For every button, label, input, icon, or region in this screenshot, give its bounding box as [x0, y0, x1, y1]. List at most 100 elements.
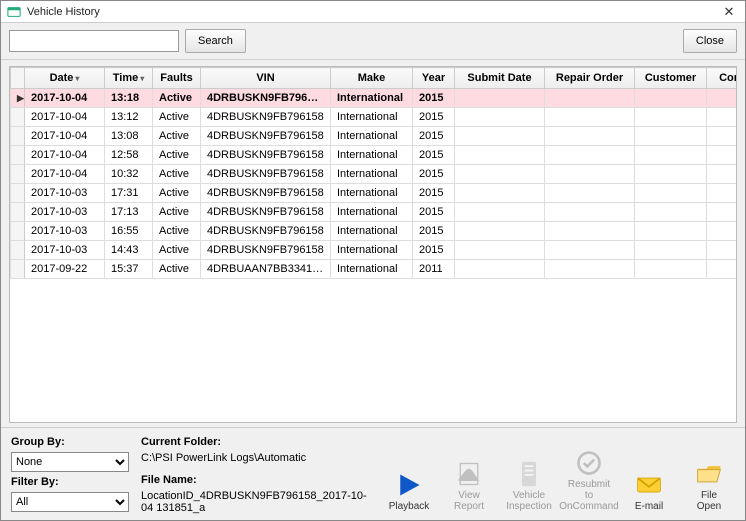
- cell-repair: [545, 146, 635, 165]
- cell-submit: [455, 184, 545, 203]
- cell-year: 2015: [413, 146, 455, 165]
- col-time[interactable]: Time▾: [105, 68, 153, 89]
- cell-year: 2015: [413, 108, 455, 127]
- cell-submit: [455, 241, 545, 260]
- cell-faults: Active: [153, 165, 201, 184]
- window-title: Vehicle History: [27, 6, 719, 18]
- row-indicator: [11, 241, 25, 260]
- filterby-select[interactable]: All: [11, 492, 129, 512]
- vehicle-history-window: Vehicle History ✕ Search Close Date▾ Tim…: [0, 0, 746, 521]
- table-row[interactable]: 2017-09-2215:37Active4DRBUAAN7BB334154In…: [11, 260, 737, 279]
- cell-year: 2015: [413, 222, 455, 241]
- left-controls: Group By: None Filter By: All: [11, 436, 131, 514]
- table-row[interactable]: 2017-10-0314:43Active4DRBUSKN9FB796158In…: [11, 241, 737, 260]
- col-customer[interactable]: Customer: [635, 68, 707, 89]
- email-button[interactable]: E-mail: [623, 471, 675, 512]
- grid-area: Date▾ Time▾ Faults VIN Make Year Submit …: [1, 60, 745, 427]
- cell-repair: [545, 89, 635, 108]
- cell-time: 13:18: [105, 89, 153, 108]
- cell-vin: 4DRBUSKN9FB796158: [201, 89, 331, 108]
- grid-scroll[interactable]: Date▾ Time▾ Faults VIN Make Year Submit …: [10, 67, 736, 422]
- vehicle-inspection-button[interactable]: VehicleInspection: [503, 460, 555, 512]
- close-icon[interactable]: ✕: [719, 4, 739, 20]
- col-vin[interactable]: VIN: [201, 68, 331, 89]
- cell-faults: Active: [153, 260, 201, 279]
- inspection-icon: [515, 460, 543, 488]
- cell-date: 2017-10-04: [25, 108, 105, 127]
- col-submit-date[interactable]: Submit Date: [455, 68, 545, 89]
- cell-vin: 4DRBUSKN9FB796158: [201, 127, 331, 146]
- cell-year: 2015: [413, 89, 455, 108]
- table-row[interactable]: 2017-10-0316:55Active4DRBUSKN9FB796158In…: [11, 222, 737, 241]
- row-indicator: [11, 165, 25, 184]
- cell-customer: [635, 184, 707, 203]
- playback-icon: [395, 471, 423, 499]
- cell-make: International: [331, 89, 413, 108]
- cell-submit: [455, 146, 545, 165]
- cell-repair: [545, 241, 635, 260]
- cell-submit: [455, 89, 545, 108]
- cell-make: International: [331, 203, 413, 222]
- cell-comments: [707, 184, 737, 203]
- cell-year: 2015: [413, 241, 455, 260]
- cell-time: 10:32: [105, 165, 153, 184]
- col-comments[interactable]: Comments: [707, 68, 737, 89]
- grid: Date▾ Time▾ Faults VIN Make Year Submit …: [9, 66, 737, 423]
- cell-vin: 4DRBUAAN7BB334154: [201, 260, 331, 279]
- cell-date: 2017-10-03: [25, 184, 105, 203]
- cell-customer: [635, 89, 707, 108]
- file-open-button[interactable]: FileOpen: [683, 460, 735, 512]
- cell-date: 2017-10-04: [25, 146, 105, 165]
- resubmit-oncommand-button[interactable]: Resubmit toOnCommand: [563, 449, 615, 512]
- cell-comments: [707, 165, 737, 184]
- cell-repair: [545, 222, 635, 241]
- table-row[interactable]: 2017-10-0317:13Active4DRBUSKN9FB796158In…: [11, 203, 737, 222]
- col-repair-order[interactable]: Repair Order: [545, 68, 635, 89]
- cell-faults: Active: [153, 241, 201, 260]
- toolbar: Search Close: [1, 23, 745, 60]
- cell-comments: [707, 222, 737, 241]
- folder-open-icon: [695, 460, 723, 488]
- col-make[interactable]: Make: [331, 68, 413, 89]
- cell-faults: Active: [153, 222, 201, 241]
- app-icon: [7, 5, 21, 19]
- table-row[interactable]: ▶2017-10-0413:18Active4DRBUSKN9FB796158I…: [11, 89, 737, 108]
- cell-vin: 4DRBUSKN9FB796158: [201, 165, 331, 184]
- oncommand-icon: [575, 449, 603, 477]
- sort-desc-icon: ▾: [140, 74, 144, 83]
- cell-submit: [455, 203, 545, 222]
- cell-time: 17:13: [105, 203, 153, 222]
- cell-make: International: [331, 260, 413, 279]
- col-year[interactable]: Year: [413, 68, 455, 89]
- search-button[interactable]: Search: [185, 29, 246, 53]
- cell-customer: [635, 222, 707, 241]
- col-faults[interactable]: Faults: [153, 68, 201, 89]
- groupby-label: Group By:: [11, 436, 131, 448]
- cell-customer: [635, 165, 707, 184]
- table-row[interactable]: 2017-10-0413:08Active4DRBUSKN9FB796158In…: [11, 127, 737, 146]
- col-date[interactable]: Date▾: [25, 68, 105, 89]
- cell-submit: [455, 108, 545, 127]
- cell-comments: [707, 241, 737, 260]
- table-row[interactable]: 2017-10-0412:58Active4DRBUSKN9FB796158In…: [11, 146, 737, 165]
- cell-customer: [635, 241, 707, 260]
- cell-comments: [707, 108, 737, 127]
- close-button[interactable]: Close: [683, 29, 737, 53]
- cell-submit: [455, 260, 545, 279]
- report-icon: [455, 460, 483, 488]
- groupby-select[interactable]: None: [11, 452, 129, 472]
- cell-time: 14:43: [105, 241, 153, 260]
- row-indicator: ▶: [11, 89, 25, 108]
- header-row: Date▾ Time▾ Faults VIN Make Year Submit …: [11, 68, 737, 89]
- cell-date: 2017-10-03: [25, 203, 105, 222]
- cell-submit: [455, 165, 545, 184]
- cell-faults: Active: [153, 184, 201, 203]
- table-row[interactable]: 2017-10-0413:12Active4DRBUSKN9FB796158In…: [11, 108, 737, 127]
- cell-faults: Active: [153, 89, 201, 108]
- search-input[interactable]: [9, 30, 179, 52]
- table-row[interactable]: 2017-10-0317:31Active4DRBUSKN9FB796158In…: [11, 184, 737, 203]
- row-indicator: [11, 184, 25, 203]
- playback-button[interactable]: Playback: [383, 471, 435, 512]
- view-report-button[interactable]: ViewReport: [443, 460, 495, 512]
- table-row[interactable]: 2017-10-0410:32Active4DRBUSKN9FB796158In…: [11, 165, 737, 184]
